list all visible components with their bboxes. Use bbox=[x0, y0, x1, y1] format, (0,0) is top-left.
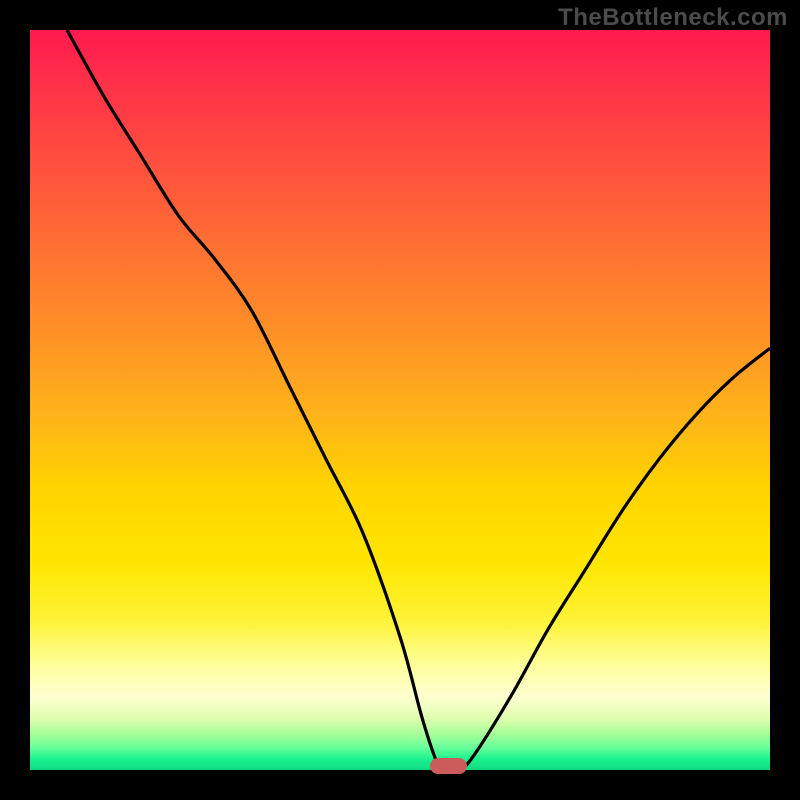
curve-path bbox=[67, 30, 770, 770]
bottleneck-curve bbox=[30, 30, 770, 770]
chart-frame: TheBottleneck.com bbox=[0, 0, 800, 800]
optimum-marker bbox=[430, 758, 467, 774]
watermark-text: TheBottleneck.com bbox=[558, 4, 788, 32]
plot-area bbox=[30, 30, 770, 770]
